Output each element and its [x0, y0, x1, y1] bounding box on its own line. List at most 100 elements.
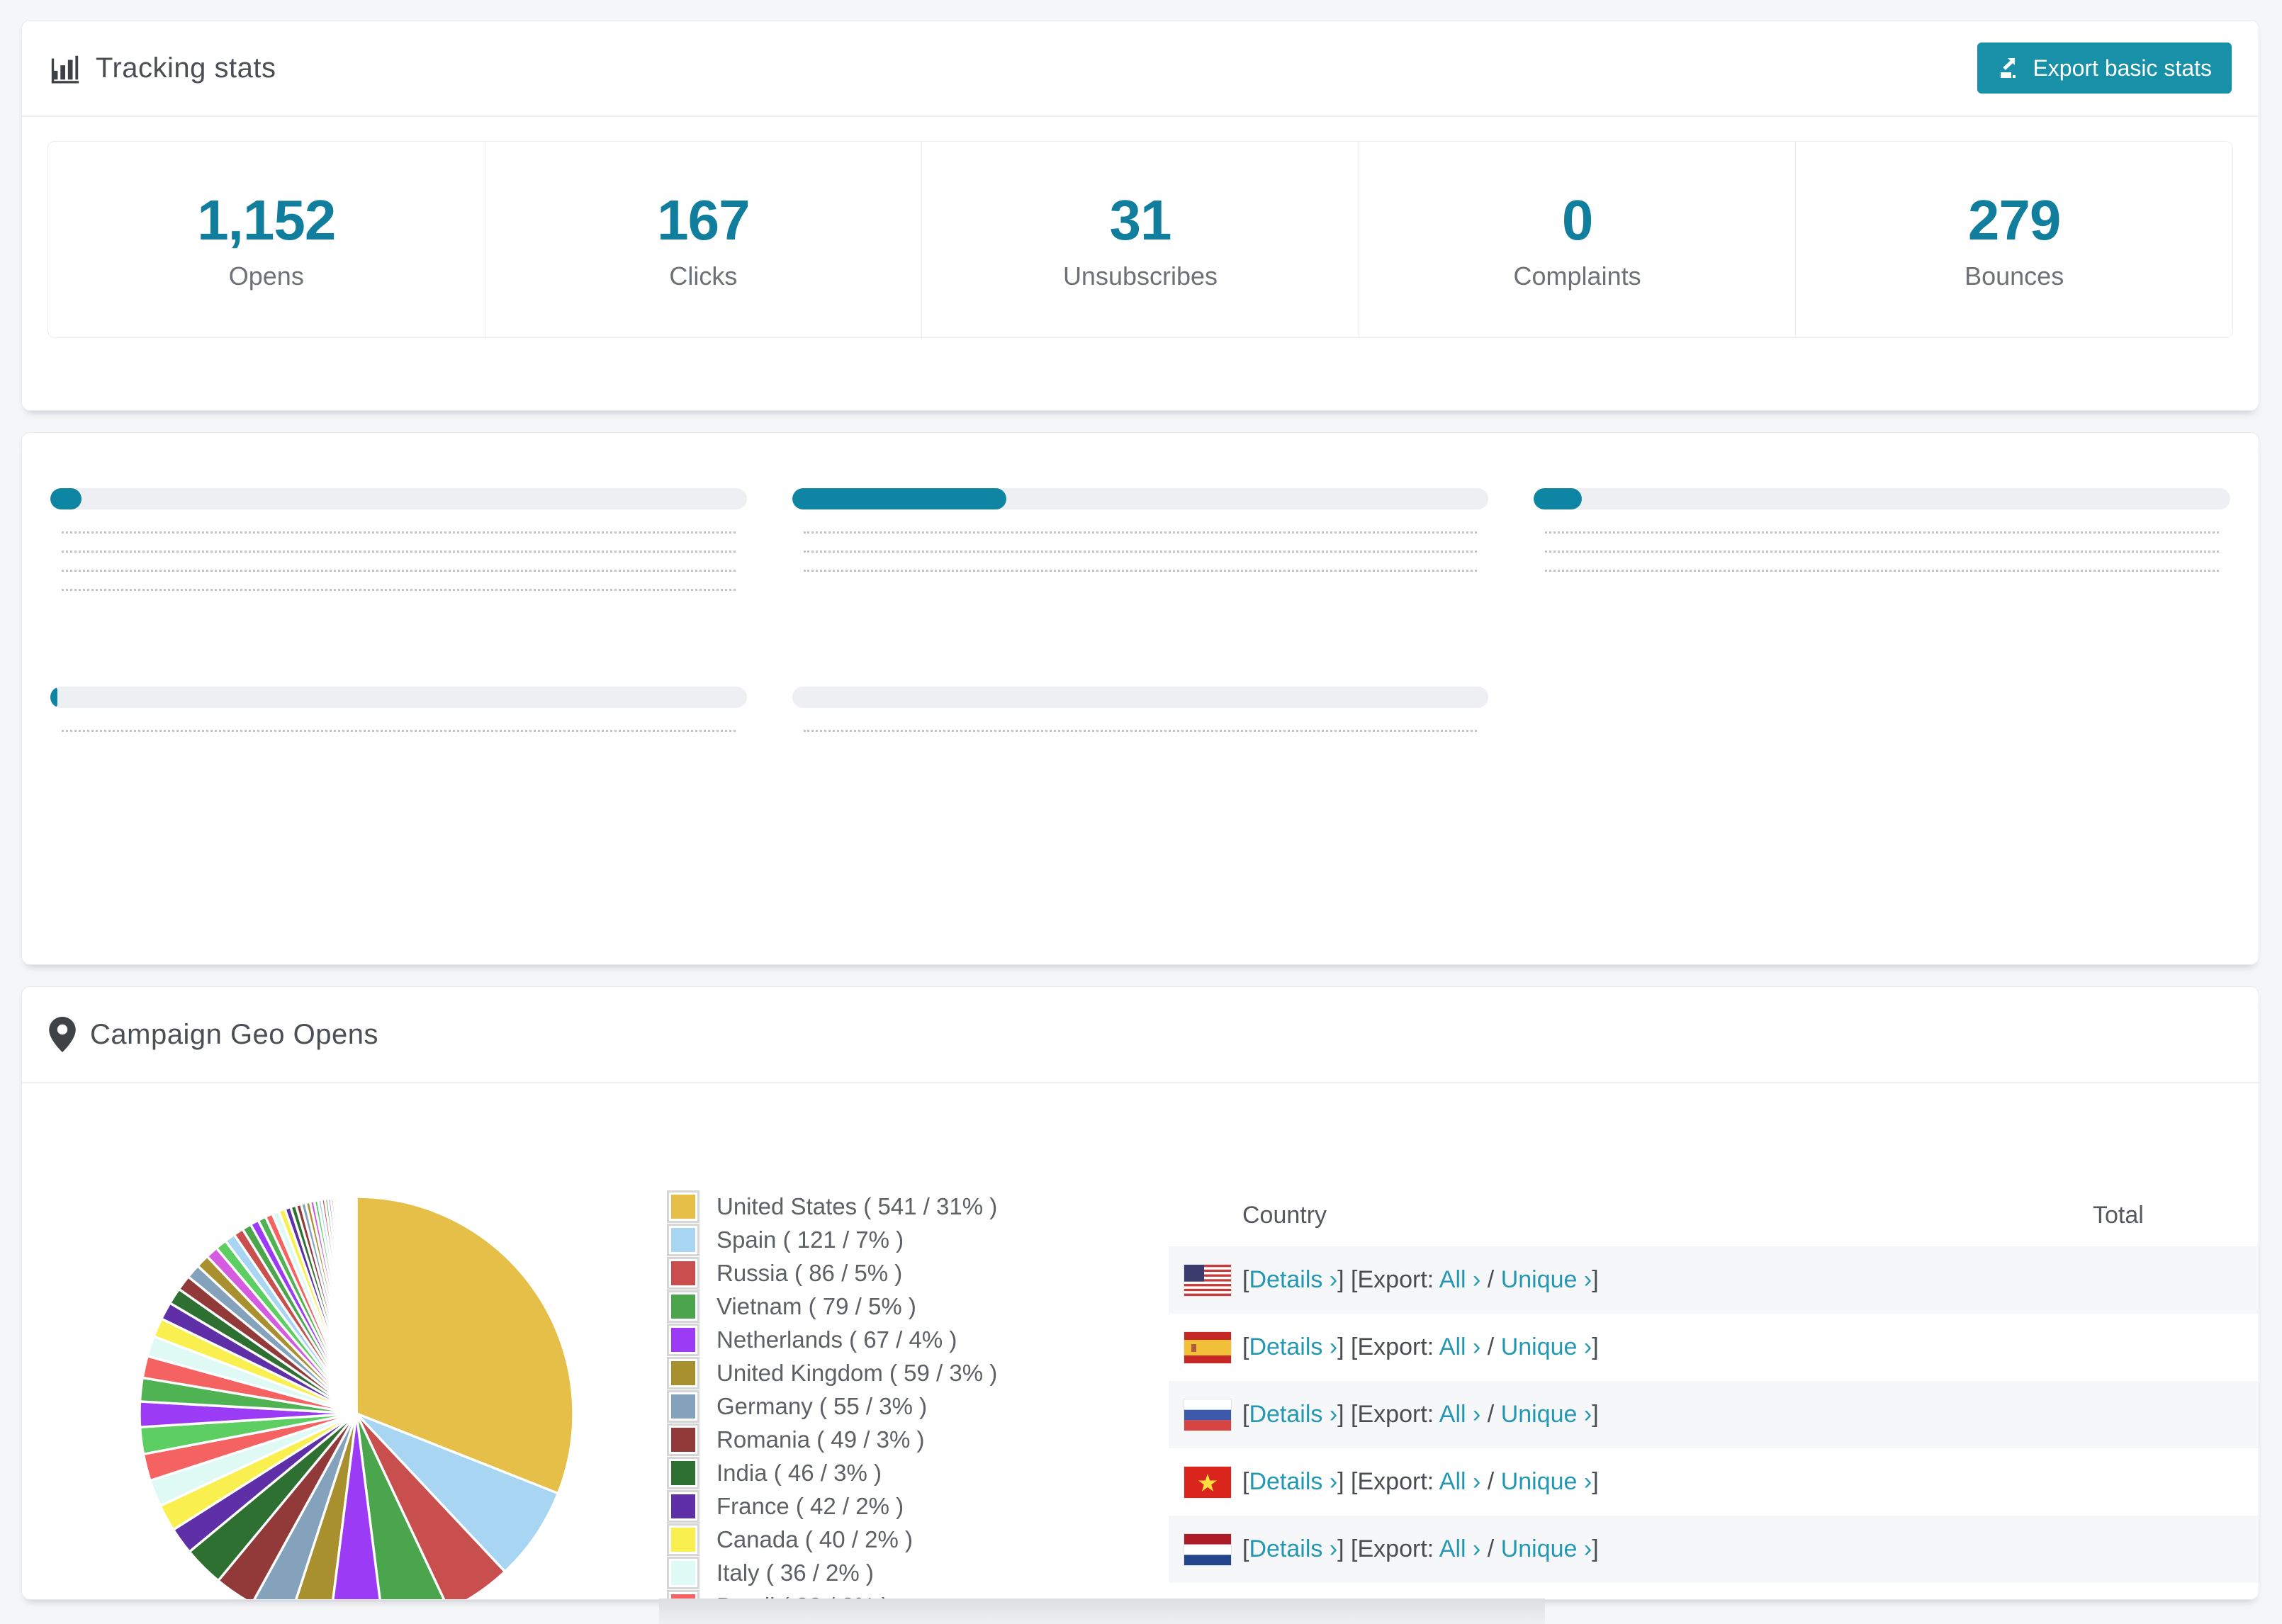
dotted-leader: [803, 570, 1478, 572]
export-unique-link[interactable]: Unique ›: [1501, 1333, 1592, 1360]
es-flag-icon: [1184, 1331, 1231, 1363]
rate-row: [50, 589, 747, 596]
rate-row: [1534, 531, 2230, 538]
dotted-leader: [803, 730, 1478, 732]
progress-bar: [792, 687, 1489, 708]
geo-table-row-netherlands: [Details ›] [Export: All › / Unique ›]: [1169, 1516, 2259, 1583]
legend-swatch: [667, 1356, 699, 1389]
legend-label: Italy ( 36 / 2% ): [716, 1559, 874, 1586]
legend-item-canada[interactable]: Canada ( 40 / 2% ): [667, 1523, 997, 1556]
bar-chart-icon: [49, 52, 82, 84]
export-unique-link[interactable]: Unique ›: [1501, 1468, 1592, 1495]
country-cell: [Details ›] [Export: All › / Unique ›]: [1242, 1468, 1599, 1495]
geo-table-row-spain: [Details ›] [Export: All › / Unique ›]: [1169, 1314, 2259, 1381]
legend-item-spain[interactable]: Spain ( 121 / 7% ): [667, 1223, 997, 1256]
country-column-header: Country: [1242, 1201, 1327, 1229]
legend-swatch: [667, 1190, 699, 1223]
country-cell: [Details ›] [Export: All › / Unique ›]: [1242, 1266, 1599, 1293]
geo-table-row-vietnam: [Details ›] [Export: All › / Unique ›]: [1169, 1448, 2259, 1516]
legend-swatch: [667, 1290, 699, 1323]
export-all-link[interactable]: All ›: [1439, 1401, 1481, 1428]
progress-bar: [50, 488, 747, 509]
country-cell: [Details ›] [Export: All › / Unique ›]: [1242, 1333, 1599, 1360]
legend-label: United Kingdom ( 59 / 3% ): [716, 1359, 998, 1386]
legend-item-united-states[interactable]: United States ( 541 / 31% ): [667, 1190, 997, 1223]
legend-item-germany[interactable]: Germany ( 55 / 3% ): [667, 1389, 997, 1423]
dotted-leader: [62, 570, 736, 572]
legend-label: Netherlands ( 67 / 4% ): [716, 1326, 957, 1353]
legend-item-united-kingdom[interactable]: United Kingdom ( 59 / 3% ): [667, 1356, 997, 1389]
legend-swatch: [667, 1523, 699, 1556]
legend-label: Germany ( 55 / 3% ): [716, 1392, 928, 1419]
legend-item-netherlands[interactable]: Netherlands ( 67 / 4% ): [667, 1323, 997, 1356]
legend-label: Spain ( 121 / 7% ): [716, 1226, 904, 1253]
legend-swatch: [667, 1456, 699, 1489]
geo-table-row-russia: [Details ›] [Export: All › / Unique ›]: [1169, 1381, 2259, 1448]
country-cell: [Details ›] [Export: All › / Unique ›]: [1242, 1535, 1599, 1562]
rates-grid: [22, 433, 2259, 737]
rate-block-clicks-rate: [50, 467, 747, 596]
legend-item-france[interactable]: France ( 42 / 2% ): [667, 1489, 997, 1523]
export-all-link[interactable]: All ›: [1439, 1468, 1481, 1495]
rate-block-complaints-rate: [792, 665, 1489, 737]
stat-label: Bounces: [1965, 261, 2064, 291]
rate-block-bounce-rate: [1534, 467, 2230, 596]
dotted-leader: [62, 551, 736, 553]
stat-value: 167: [657, 188, 750, 252]
export-unique-link[interactable]: Unique ›: [1501, 1401, 1592, 1428]
stat-cell-opens: 1,152 Opens: [47, 141, 485, 338]
map-pin-icon: [49, 1017, 76, 1052]
rate-row: [1534, 551, 2230, 558]
details-link[interactable]: Details ›: [1249, 1535, 1337, 1562]
geo-table-row-united-kingdom: [Details ›] [Export: All › / Unique ›]: [1169, 1583, 2259, 1599]
legend-swatch: [667, 1556, 699, 1589]
legend-item-india[interactable]: India ( 46 / 3% ): [667, 1456, 997, 1489]
geo-header: Campaign Geo Opens: [22, 987, 2259, 1083]
legend-item-romania[interactable]: Romania ( 49 / 3% ): [667, 1423, 997, 1456]
legend-label: United States ( 541 / 31% ): [716, 1192, 998, 1219]
rates-card: [21, 432, 2259, 965]
legend-swatch: [667, 1323, 699, 1356]
dotted-leader: [803, 531, 1478, 534]
geo-pie-chart: [138, 1195, 575, 1599]
ru-flag-icon: [1184, 1399, 1231, 1431]
rate-row: [792, 551, 1489, 558]
nl-flag-icon: [1184, 1533, 1231, 1565]
dotted-leader: [1545, 551, 2219, 553]
legend-item-vietnam[interactable]: Vietnam ( 79 / 5% ): [667, 1290, 997, 1323]
page-title: Tracking stats: [96, 52, 276, 84]
legend-swatch: [667, 1256, 699, 1290]
rate-row: [792, 531, 1489, 538]
legend-label: France ( 42 / 2% ): [716, 1492, 904, 1519]
legend-label: India ( 46 / 3% ): [716, 1459, 882, 1486]
export-all-link[interactable]: All ›: [1439, 1266, 1481, 1293]
stat-label: Complaints: [1513, 261, 1641, 291]
rate-block-opens-rate: [792, 467, 1489, 596]
dotted-leader: [62, 589, 736, 591]
export-unique-link[interactable]: Unique ›: [1501, 1535, 1592, 1562]
summary-stats-row: 1,152 Opens 167 Clicks 31 Unsubscribes 0 Co…: [47, 141, 2233, 338]
rate-row: [50, 570, 747, 577]
details-link[interactable]: Details ›: [1249, 1333, 1337, 1360]
geo-legend: United States ( 541 / 31% ) Spain ( 121 …: [667, 1190, 997, 1599]
details-link[interactable]: Details ›: [1249, 1468, 1337, 1495]
legend-label: Canada ( 40 / 2% ): [716, 1526, 913, 1552]
rate-row: [1534, 570, 2230, 577]
stat-cell-complaints: 0 Complaints: [1359, 141, 1797, 338]
details-link[interactable]: Details ›: [1249, 1401, 1337, 1428]
legend-item-italy[interactable]: Italy ( 36 / 2% ): [667, 1556, 997, 1589]
rate-block-unsubscribe-rate: [50, 665, 747, 737]
stat-label: Opens: [228, 261, 304, 291]
geo-title: Campaign Geo Opens: [90, 1018, 379, 1050]
export-all-link[interactable]: All ›: [1439, 1333, 1481, 1360]
details-link[interactable]: Details ›: [1249, 1266, 1337, 1293]
export-all-link[interactable]: All ›: [1439, 1535, 1481, 1562]
export-basic-stats-button[interactable]: Export basic stats: [1977, 43, 2232, 94]
dotted-leader: [62, 730, 736, 732]
rate-row: [50, 551, 747, 558]
legend-item-russia[interactable]: Russia ( 86 / 5% ): [667, 1256, 997, 1290]
tracking-stats-header: Tracking stats Export basic stats: [22, 21, 2259, 117]
export-unique-link[interactable]: Unique ›: [1501, 1266, 1592, 1293]
stat-value: 0: [1561, 188, 1593, 252]
geo-body: United States ( 541 / 31% ) Spain ( 121 …: [22, 1083, 2259, 1599]
